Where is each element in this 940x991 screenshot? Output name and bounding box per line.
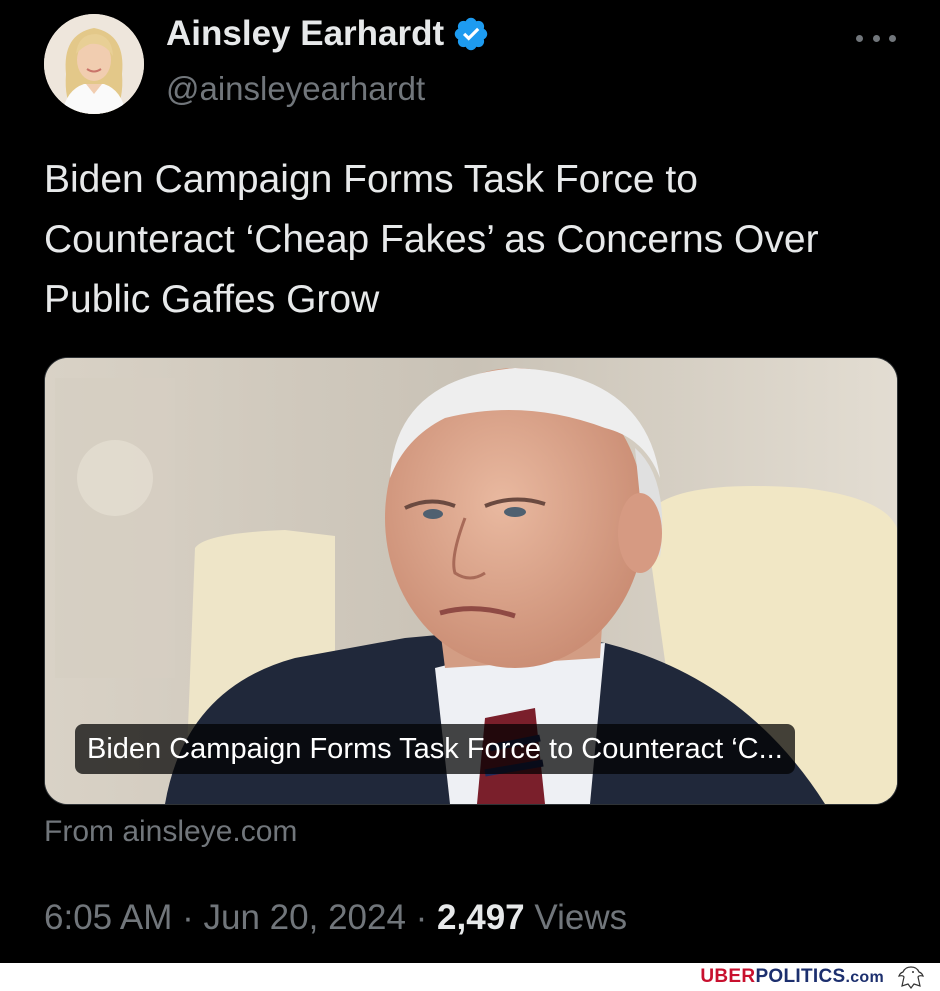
- more-options-icon[interactable]: [856, 30, 896, 46]
- author-avatar[interactable]: [44, 14, 144, 114]
- watermark-uber: UBER: [700, 966, 756, 987]
- tweet: Ainsley Earhardt @ainsleyearhardt Biden …: [0, 0, 940, 963]
- watermark-bar: UBERPOLITICS.com: [0, 963, 940, 991]
- tweet-time[interactable]: 6:05 AM: [44, 898, 172, 937]
- author-name[interactable]: Ainsley Earhardt: [166, 14, 444, 54]
- author-name-row[interactable]: Ainsley Earhardt: [166, 14, 490, 54]
- tweet-date[interactable]: Jun 20, 2024: [204, 898, 406, 937]
- watermark-com: .com: [845, 969, 884, 986]
- link-card[interactable]: Biden Campaign Forms Task Force to Count…: [44, 357, 898, 805]
- verified-badge-icon: [452, 15, 490, 53]
- avatar-image: [44, 14, 144, 114]
- author-handle[interactable]: @ainsleyearhardt: [166, 70, 425, 108]
- views-count: 2,497: [437, 898, 525, 937]
- tweet-text: Biden Campaign Forms Task Force to Count…: [44, 158, 819, 321]
- tweet-meta: 6:05 AM · Jun 20, 2024 · 2,497 Views: [44, 898, 627, 938]
- meta-separator: ·: [405, 898, 438, 937]
- watermark-logo: UBERPOLITICS.com: [700, 966, 884, 988]
- views-label: Views: [534, 898, 628, 937]
- watermark-politics: POLITICS: [755, 966, 846, 987]
- card-title[interactable]: Biden Campaign Forms Task Force to Count…: [75, 724, 795, 774]
- meta-separator: ·: [172, 898, 204, 937]
- card-source[interactable]: From ainsleye.com: [44, 815, 297, 849]
- eagle-icon: [898, 966, 924, 989]
